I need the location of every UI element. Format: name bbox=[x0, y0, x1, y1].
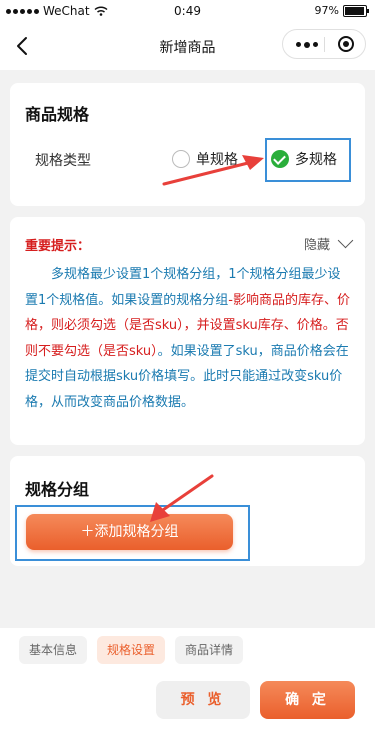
bottom-bar: 基本信息 规格设置 商品详情 预 览 确 定 bbox=[0, 628, 375, 750]
battery-percent: 97% bbox=[314, 4, 339, 17]
radio-single-spec[interactable]: 单规格 bbox=[172, 149, 238, 169]
spec-card: 商品规格 规格类型 单规格 多规格 bbox=[10, 83, 365, 206]
radio-single-label: 单规格 bbox=[196, 152, 238, 168]
status-right: 97% bbox=[314, 4, 369, 17]
tab-spec-settings[interactable]: 规格设置 bbox=[97, 636, 166, 664]
hide-toggle[interactable]: 隐藏 bbox=[303, 232, 354, 253]
preview-button[interactable]: 预 览 bbox=[156, 681, 250, 719]
hide-label: 隐藏 bbox=[303, 238, 330, 253]
tab-basic-info[interactable]: 基本信息 bbox=[19, 636, 88, 664]
group-card: 规格分组 ＋添加规格分组 bbox=[10, 456, 365, 566]
spec-card-title: 商品规格 bbox=[25, 105, 90, 124]
highlight-box-multi bbox=[265, 138, 351, 182]
group-card-title: 规格分组 bbox=[25, 480, 90, 499]
close-miniprogram-icon[interactable] bbox=[338, 36, 354, 52]
tab-product-details[interactable]: 商品详情 bbox=[175, 636, 244, 664]
more-icon[interactable] bbox=[296, 41, 318, 48]
bottom-tabs: 基本信息 规格设置 商品详情 bbox=[19, 636, 244, 664]
radio-unchecked-icon bbox=[172, 150, 190, 168]
battery-icon bbox=[343, 4, 369, 17]
note-title: 重要提示： bbox=[25, 239, 91, 254]
status-bar: WeChat 0:49 97% bbox=[0, 0, 375, 24]
add-spec-group-button[interactable]: ＋添加规格分组 bbox=[26, 514, 233, 550]
note-body: 多规格最少设置1个规格分组，1个规格分组最少设置1个规格值。如果设置的规格分组-… bbox=[25, 262, 352, 415]
spec-type-label: 规格类型 bbox=[35, 153, 91, 169]
confirm-button[interactable]: 确 定 bbox=[260, 681, 355, 719]
nav-bar: 新增商品 bbox=[0, 24, 375, 70]
note-card: 重要提示： 隐藏 多规格最少设置1个规格分组，1个规格分组最少设置1个规格值。如… bbox=[10, 217, 365, 445]
chevron-down-icon bbox=[337, 232, 354, 249]
capsule-divider bbox=[324, 37, 325, 52]
mini-program-capsule bbox=[282, 29, 366, 59]
